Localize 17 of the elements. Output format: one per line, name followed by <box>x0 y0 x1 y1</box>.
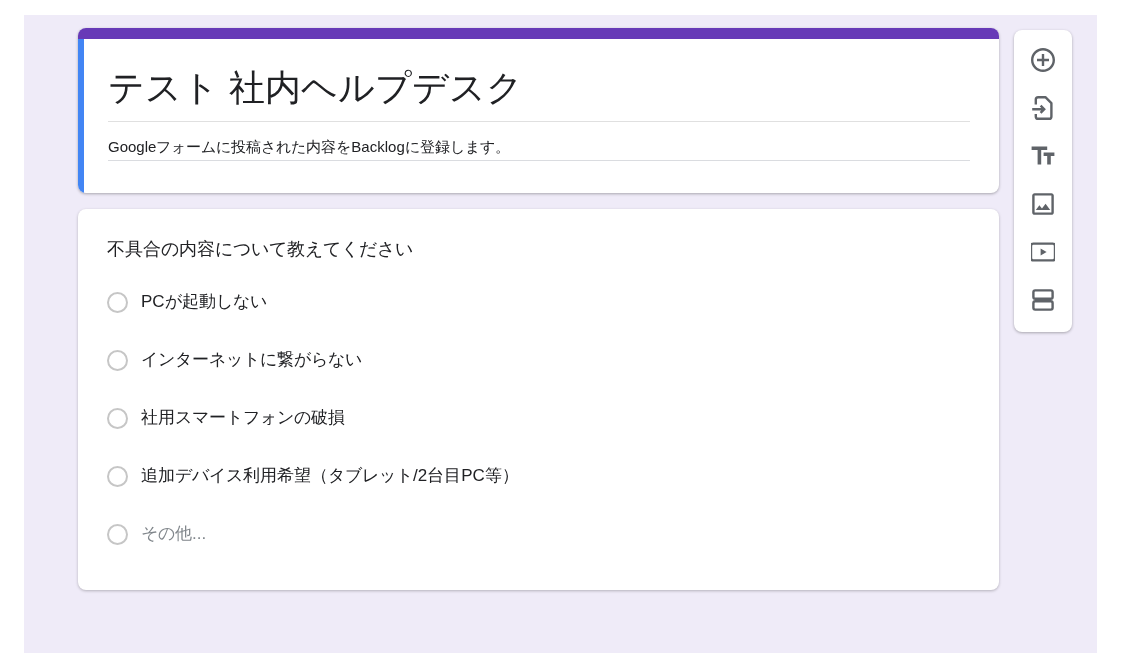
radio-button[interactable] <box>107 407 128 429</box>
question-title: 不具合の内容について教えてください <box>107 238 413 261</box>
option-label: その他... <box>141 523 207 545</box>
option-label: 社用スマートフォンの破損 <box>141 407 345 429</box>
file-arrow-icon[interactable] <box>1031 96 1055 120</box>
option-label: インターネットに繋がらない <box>141 349 362 371</box>
form-title-field[interactable]: テスト 社内ヘルプデスク <box>108 63 970 122</box>
radio-button[interactable] <box>107 349 128 371</box>
option-label: 追加デバイス利用希望（タブレット/2台目PC等） <box>141 465 519 487</box>
radio-button[interactable] <box>107 291 128 313</box>
play-box-icon[interactable] <box>1031 240 1055 264</box>
image-icon[interactable] <box>1031 192 1055 216</box>
radio-button[interactable] <box>107 523 128 545</box>
form-description-field[interactable]: Googleフォームに投稿された内容をBacklogに登録します。 <box>108 136 970 161</box>
option-label: PCが起動しない <box>141 291 267 313</box>
radio-button[interactable] <box>107 465 128 487</box>
stacked-rectangles-icon[interactable] <box>1031 288 1055 312</box>
